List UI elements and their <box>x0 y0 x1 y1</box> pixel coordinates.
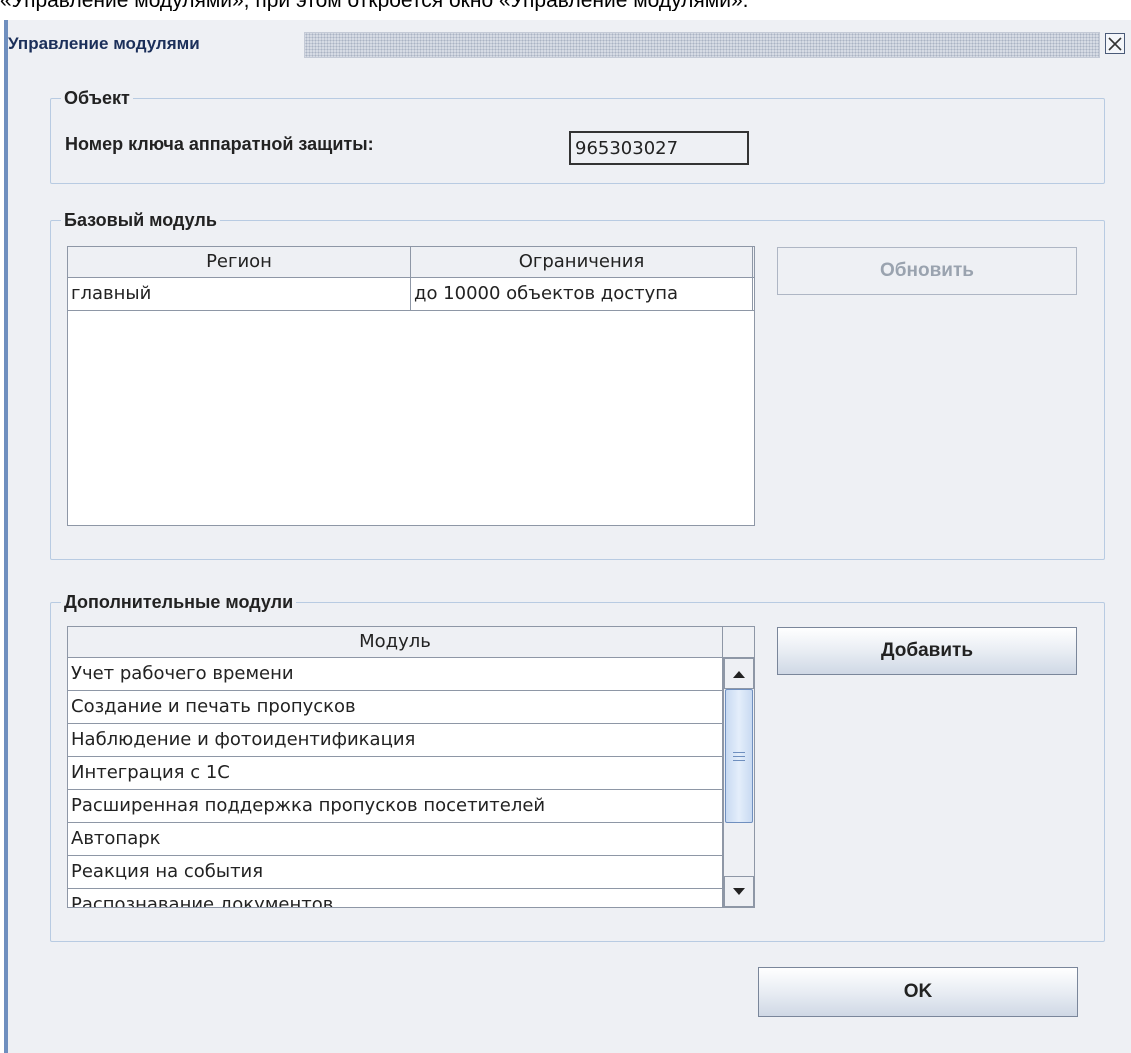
table-row[interactable]: Интеграция с 1С <box>68 757 723 790</box>
table-row[interactable]: Учет рабочего времени <box>68 658 723 691</box>
key-number-label: Номер ключа аппаратной защиты: <box>65 134 374 154</box>
close-icon <box>1108 36 1122 51</box>
close-button[interactable] <box>1105 33 1125 54</box>
scroll-up-button[interactable] <box>724 658 754 689</box>
column-header-region[interactable]: Регион <box>68 247 411 277</box>
scroll-thumb[interactable] <box>725 689 753 823</box>
table-row[interactable]: Создание и печать пропусков <box>68 691 723 724</box>
scroll-down-button[interactable] <box>724 876 754 907</box>
arrow-up-icon <box>733 670 745 678</box>
module-name: Расширенная поддержка пропусков посетите… <box>68 790 723 822</box>
ok-button[interactable]: OK <box>758 967 1078 1017</box>
column-header-module[interactable]: Модуль <box>68 627 723 657</box>
column-header-limits[interactable]: Ограничения <box>411 247 753 277</box>
update-button[interactable]: Обновить <box>777 247 1077 295</box>
module-management-dialog: Управление модулями Объект Номер ключа а… <box>4 20 1131 1053</box>
extra-modules-rows: Учет рабочего времени Создание и печать … <box>68 658 723 907</box>
module-name: Реакция на события <box>68 856 723 888</box>
arrow-down-icon <box>733 887 745 895</box>
module-name: Наблюдение и фотоидентификация <box>68 724 723 756</box>
add-module-button[interactable]: Добавить <box>777 627 1077 675</box>
table-cell-region: главный <box>68 278 411 310</box>
table-row[interactable]: Распознавание документов <box>68 889 723 907</box>
title-bar[interactable]: Управление модулями <box>8 20 1131 68</box>
table-cell-limits: до 10000 объектов доступа <box>411 278 753 310</box>
module-name: Учет рабочего времени <box>68 658 723 690</box>
key-number-field[interactable]: 965303027 <box>569 131 749 165</box>
table-row[interactable]: Наблюдение и фотоидентификация <box>68 724 723 757</box>
module-name: Автопарк <box>68 823 723 855</box>
base-module-legend: Базовый модуль <box>64 210 217 230</box>
page-caption: «Управление модулями», при этом откроетс… <box>0 0 1131 11</box>
table-row[interactable]: Реакция на события <box>68 856 723 889</box>
vertical-scrollbar[interactable] <box>723 658 754 907</box>
window-title: Управление модулями <box>8 34 206 58</box>
extra-modules-legend: Дополнительные модули <box>64 592 294 612</box>
object-group-legend: Объект <box>64 88 130 108</box>
column-header-corner <box>723 627 754 657</box>
table-row[interactable]: Расширенная поддержка пропусков посетите… <box>68 790 723 823</box>
module-name: Интеграция с 1С <box>68 757 723 789</box>
table-row[interactable]: Автопарк <box>68 823 723 856</box>
extra-modules-table-header: Модуль <box>68 627 754 658</box>
base-module-table[interactable]: Регион Ограничения главный до 10000 объе… <box>67 246 755 526</box>
module-name: Создание и печать пропусков <box>68 691 723 723</box>
title-bar-grip <box>304 32 1100 58</box>
base-module-table-header: Регион Ограничения <box>68 247 754 278</box>
extra-modules-table[interactable]: Модуль Учет рабочего времени Создание и … <box>67 626 755 908</box>
module-name: Распознавание документов <box>68 889 723 907</box>
table-row[interactable]: главный до 10000 объектов доступа <box>68 278 754 311</box>
